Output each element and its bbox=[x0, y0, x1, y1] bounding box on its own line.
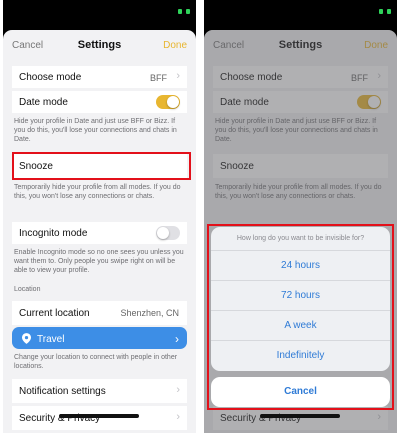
choose-mode-value: BFF bbox=[150, 73, 167, 83]
toggle-knob bbox=[167, 96, 179, 108]
done-button[interactable]: Done bbox=[163, 40, 187, 51]
current-location-row[interactable]: Current location Shenzhen, CN bbox=[12, 301, 187, 325]
date-mode-description: Hide your profile in Date and just use B… bbox=[14, 118, 177, 143]
chevron-right-icon: › bbox=[176, 70, 180, 82]
choose-mode-row[interactable]: Choose mode BFF › bbox=[12, 66, 187, 88]
snooze-highlight-box bbox=[12, 152, 191, 180]
incognito-mode-row: Incognito mode bbox=[12, 222, 187, 244]
date-mode-row: Date mode bbox=[12, 91, 187, 113]
toggle-knob bbox=[157, 227, 169, 239]
chevron-right-icon: › bbox=[176, 411, 180, 423]
incognito-mode-toggle[interactable] bbox=[156, 226, 180, 240]
choose-mode-label: Choose mode bbox=[19, 72, 82, 83]
notification-settings-row[interactable]: Notification settings › bbox=[12, 379, 187, 403]
settings-sheet: Cancel Settings Done Choose mode BFF › D… bbox=[3, 30, 196, 433]
home-indicator bbox=[59, 414, 139, 418]
location-section-header: Location bbox=[14, 286, 41, 293]
home-indicator bbox=[260, 414, 340, 418]
notification-settings-label: Notification settings bbox=[19, 386, 106, 397]
chevron-right-icon: › bbox=[176, 384, 180, 396]
date-mode-toggle[interactable] bbox=[156, 95, 180, 109]
phone-settings-screen: Cancel Settings Done Choose mode BFF › D… bbox=[3, 0, 196, 433]
status-bar bbox=[204, 0, 397, 30]
status-bar bbox=[3, 0, 196, 30]
status-indicators bbox=[379, 9, 391, 14]
status-indicators bbox=[178, 9, 190, 14]
action-sheet-highlight-box bbox=[207, 224, 394, 410]
travel-label: Travel bbox=[37, 334, 65, 345]
date-mode-label: Date mode bbox=[19, 97, 68, 108]
phone-snooze-sheet-screen: Cancel Settings Done Choose mode BFF › D… bbox=[204, 0, 397, 433]
snooze-description: Temporarily hide your profile from all m… bbox=[14, 184, 181, 200]
current-location-value: Shenzhen, CN bbox=[120, 308, 179, 318]
incognito-mode-description: Enable Incognito mode so no one sees you… bbox=[14, 249, 184, 274]
security-privacy-row[interactable]: Security & Privacy › bbox=[12, 406, 187, 430]
chevron-right-icon: › bbox=[175, 332, 179, 346]
current-location-label: Current location bbox=[19, 308, 90, 319]
travel-button[interactable]: Travel › bbox=[12, 327, 187, 349]
pin-icon bbox=[22, 333, 31, 344]
travel-description: Change your location to connect with peo… bbox=[14, 354, 178, 370]
incognito-mode-label: Incognito mode bbox=[19, 228, 88, 239]
nav-bar: Cancel Settings Done bbox=[3, 30, 196, 62]
